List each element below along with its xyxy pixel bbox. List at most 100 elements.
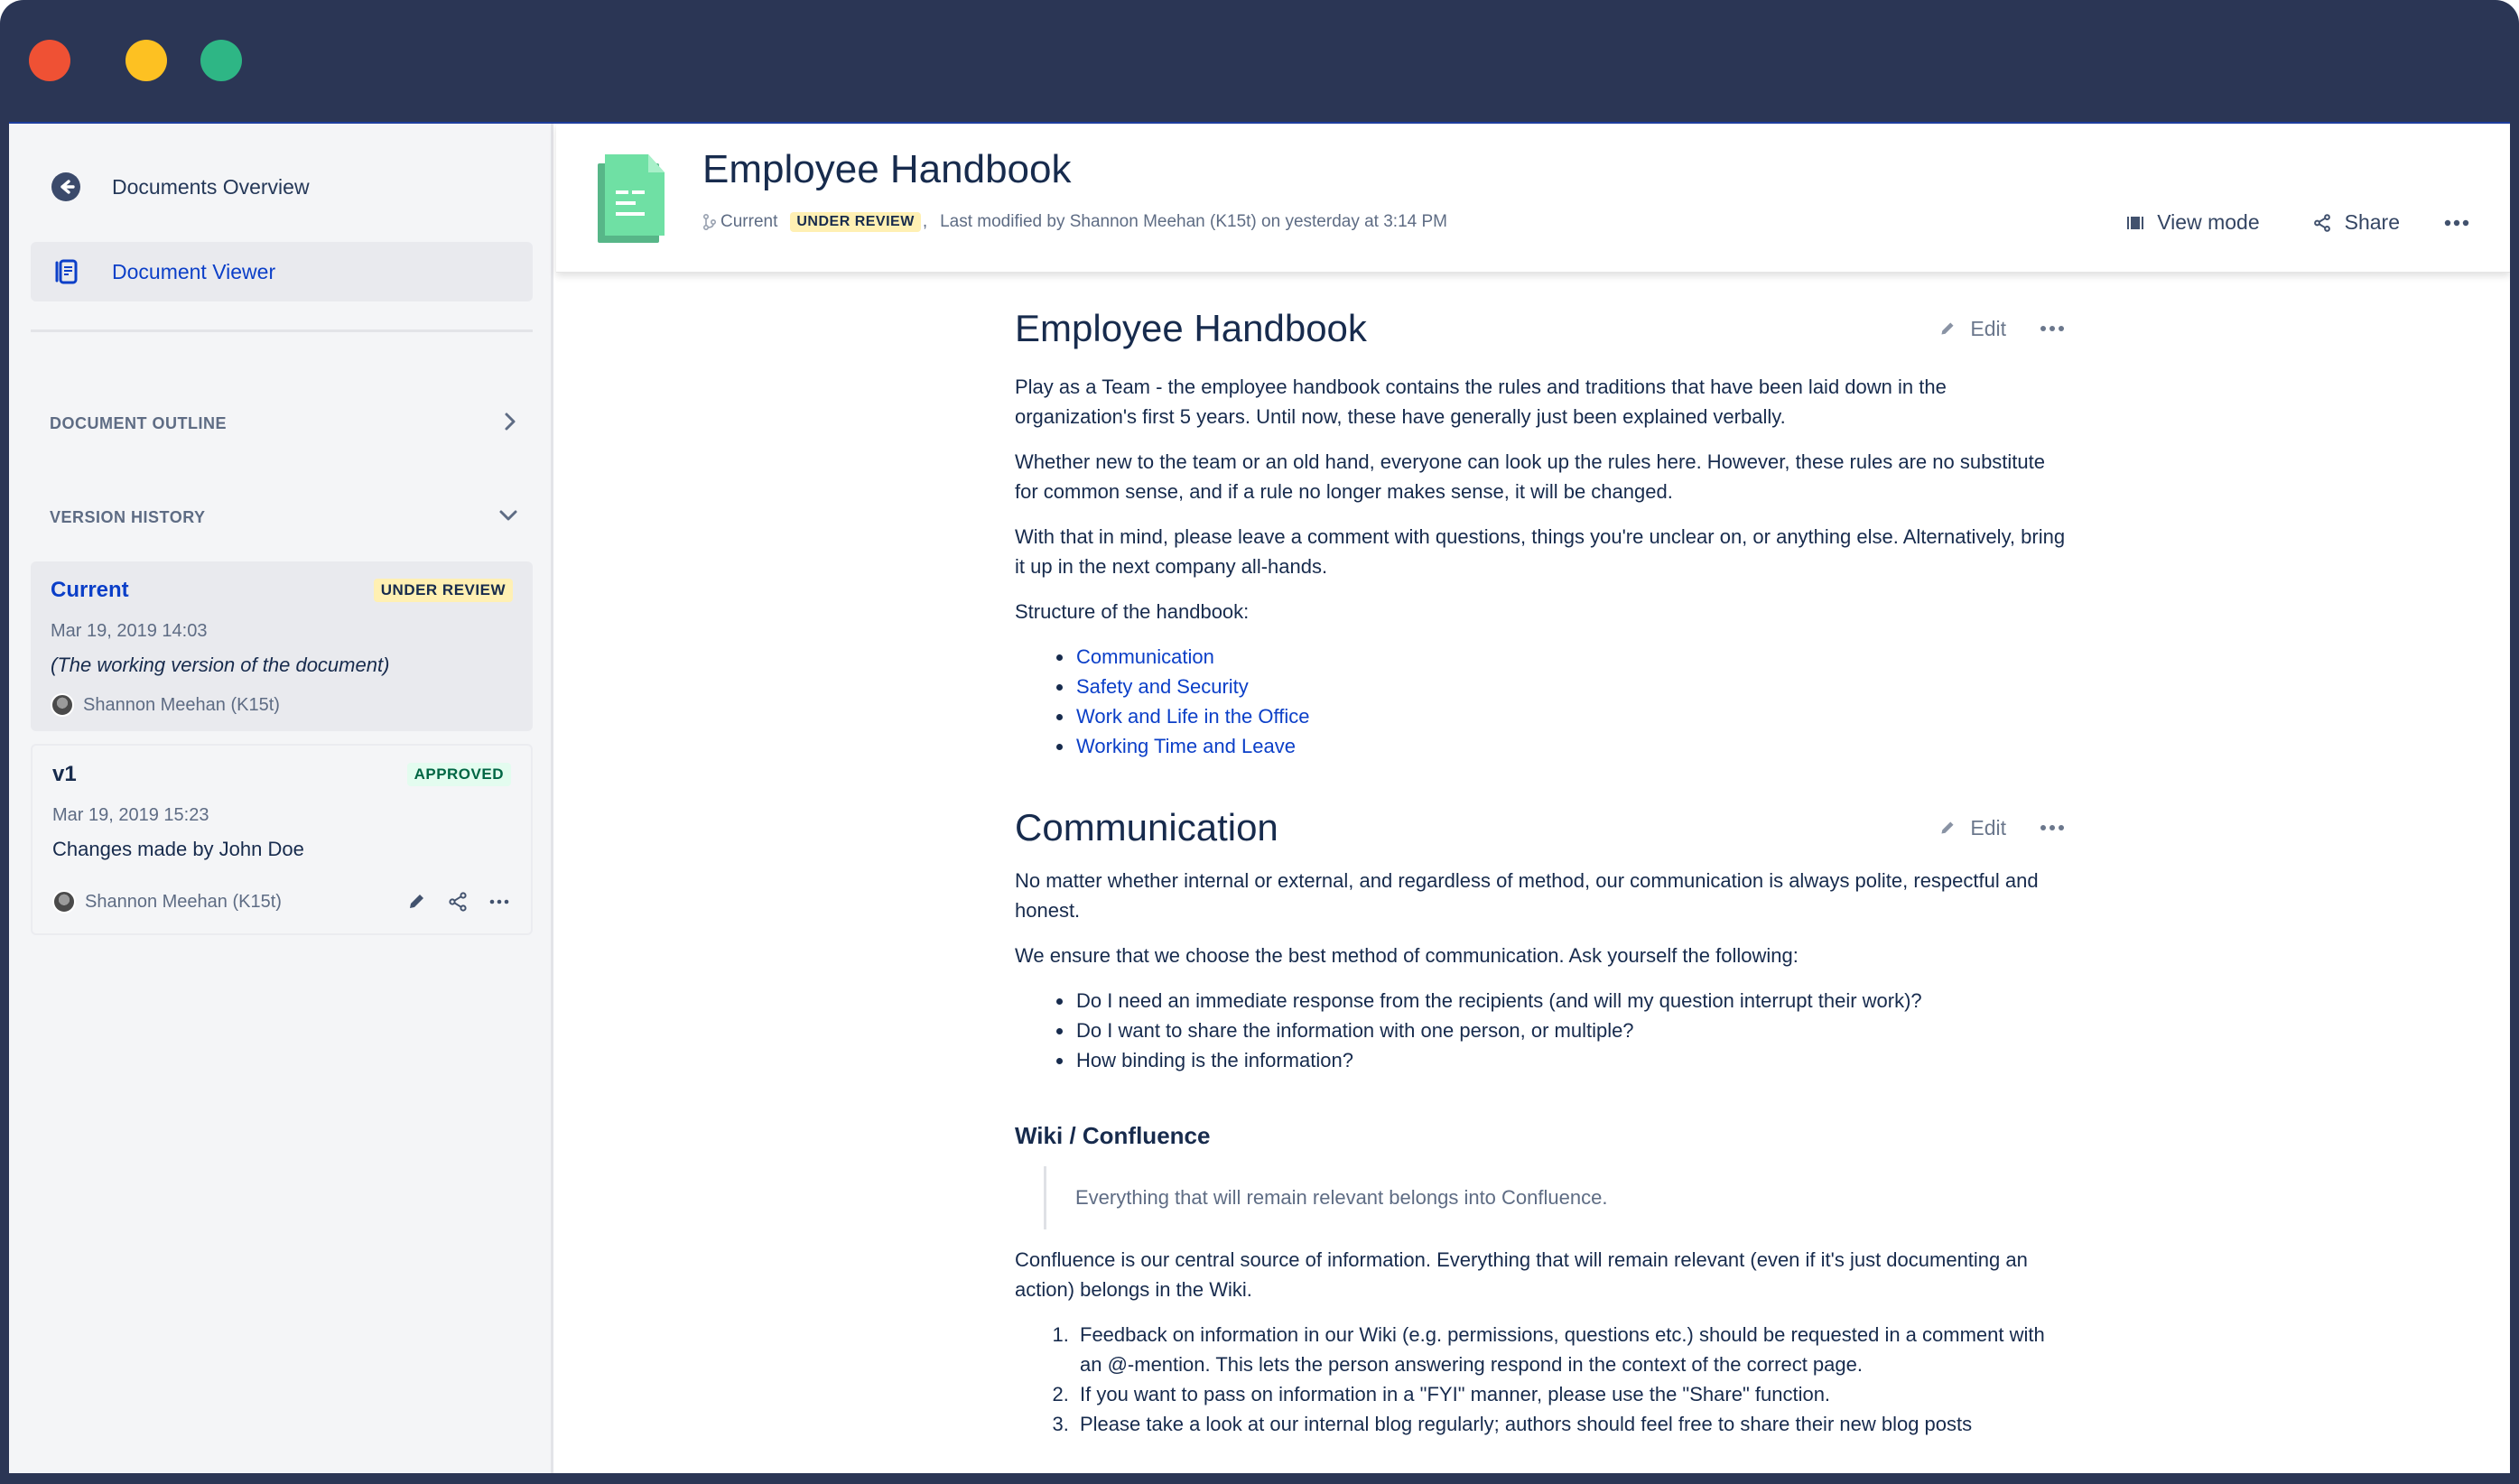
questions-list: Do I need an immediate response from the… xyxy=(1074,986,2071,1075)
more-actions-button[interactable] xyxy=(2443,218,2483,227)
version-branch[interactable]: Current xyxy=(702,212,777,232)
paragraph: Whether new to the team or an old hand, … xyxy=(1015,450,2046,503)
section-more-button[interactable] xyxy=(2039,823,2066,832)
list-item: Do I need an immediate response from the… xyxy=(1074,986,2071,1016)
link-communication[interactable]: Communication xyxy=(1076,645,1214,668)
version-actions xyxy=(404,890,511,914)
edit-label: Edit xyxy=(1970,316,2006,340)
section-header-intro: Employee Handbook Edit xyxy=(1015,307,2071,350)
version-card-v1[interactable]: v1 APPROVED Mar 19, 2019 15:23 Changes m… xyxy=(31,744,533,935)
subsection-heading: Wiki / Confluence xyxy=(1015,1122,1211,1149)
page-header: Employee Handbook Current UNDER REVIEW ,… xyxy=(556,124,2510,273)
nav-document-viewer[interactable]: Document Viewer xyxy=(31,242,533,301)
list-item: Please take a look at our internal blog … xyxy=(1074,1409,2071,1439)
branch-icon xyxy=(702,213,717,231)
edit-icon[interactable] xyxy=(404,890,428,914)
paragraph: We ensure that we choose the best method… xyxy=(1015,944,1799,967)
version-history-toggle[interactable]: VERSION HISTORY xyxy=(50,506,519,529)
status-badge: UNDER REVIEW xyxy=(373,579,513,602)
nav-label: Document Viewer xyxy=(112,259,276,283)
more-icon xyxy=(2040,825,2064,830)
document-icon xyxy=(598,154,670,245)
page-title: Employee Handbook xyxy=(702,147,1072,191)
share-icon xyxy=(2313,213,2330,232)
author-name: Shannon Meehan (K15t) xyxy=(83,694,280,715)
more-icon xyxy=(2040,326,2064,331)
section-actions: Edit xyxy=(1939,816,2066,840)
maximize-window-button[interactable] xyxy=(200,40,242,81)
avatar xyxy=(51,693,74,717)
status-badge: UNDER REVIEW xyxy=(790,212,921,232)
version-card-current[interactable]: Current UNDER REVIEW Mar 19, 2019 14:03 … xyxy=(31,561,533,731)
list-item: If you want to pass on information in a … xyxy=(1074,1379,2071,1409)
paragraph: Structure of the handbook: xyxy=(1015,600,1250,623)
status-badge: APPROVED xyxy=(406,763,511,786)
share-button[interactable]: Share xyxy=(2312,210,2400,235)
structure-list: Communication Safety and Security Work a… xyxy=(1074,642,2071,761)
last-modified-text: Last modified by Shannon Meehan (K15t) o… xyxy=(940,212,1447,231)
edit-label: Edit xyxy=(1970,815,2006,839)
app-content: Documents Overview Document Viewer DOCUM… xyxy=(9,122,2510,1473)
chevron-down-icon xyxy=(497,506,519,529)
version-description: Changes made by John Doe xyxy=(52,838,304,860)
edit-section-button[interactable]: Edit xyxy=(1939,816,2006,840)
paragraph: Confluence is our central source of info… xyxy=(1015,1248,2028,1301)
version-title: v1 xyxy=(52,762,77,786)
version-author: Shannon Meehan (K15t) xyxy=(52,890,282,914)
list-item: Do I want to share the information with … xyxy=(1074,1016,2071,1045)
more-icon[interactable] xyxy=(488,890,511,914)
minimize-window-button[interactable] xyxy=(125,40,167,81)
share-icon[interactable] xyxy=(446,890,469,914)
version-history-label: VERSION HISTORY xyxy=(50,508,206,526)
view-mode-label: View mode xyxy=(2157,210,2260,234)
share-label: Share xyxy=(2344,210,2400,234)
author-name: Shannon Meehan (K15t) xyxy=(85,891,282,912)
paragraph: Play as a Team - the employee handbook c… xyxy=(1015,376,1947,428)
avatar xyxy=(52,890,76,914)
arrow-left-circle-icon xyxy=(51,172,81,202)
list-item: How binding is the information? xyxy=(1074,1045,2071,1075)
section-header-communication: Communication Edit xyxy=(1015,806,2071,849)
link-working-time[interactable]: Working Time and Leave xyxy=(1076,735,1296,757)
version-description: (The working version of the document) xyxy=(51,654,390,676)
link-work-and-life[interactable]: Work and Life in the Office xyxy=(1076,705,1309,728)
version-date: Mar 19, 2019 14:03 xyxy=(51,621,208,641)
list-item: Working Time and Leave xyxy=(1074,731,2071,761)
quote: Everything that will remain relevant bel… xyxy=(1044,1166,2071,1229)
section-heading: Communication xyxy=(1015,806,1278,849)
app-window: Documents Overview Document Viewer DOCUM… xyxy=(0,0,2519,1484)
meta-separator: , xyxy=(922,212,928,231)
section-more-button[interactable] xyxy=(2039,324,2066,333)
paragraph: No matter whether internal or external, … xyxy=(1015,869,2039,922)
title-bar xyxy=(0,0,2519,122)
close-window-button[interactable] xyxy=(29,40,70,81)
document-content: Employee Handbook Edit Play as a Team - … xyxy=(1015,273,2071,1454)
link-safety-and-security[interactable]: Safety and Security xyxy=(1076,675,1249,698)
list-item: Feedback on information in our Wiki (e.g… xyxy=(1074,1320,2071,1379)
branch-label: Current xyxy=(720,212,778,231)
document-outline-toggle[interactable]: DOCUMENT OUTLINE xyxy=(50,411,519,437)
section-actions: Edit xyxy=(1939,317,2066,341)
view-mode-button[interactable]: View mode xyxy=(2126,210,2260,235)
list-item: Work and Life in the Office xyxy=(1074,701,2071,731)
more-icon xyxy=(2444,219,2469,226)
section-heading: Employee Handbook xyxy=(1015,307,1367,349)
rules-list: Feedback on information in our Wiki (e.g… xyxy=(1074,1320,2071,1439)
nav-documents-overview[interactable]: Documents Overview xyxy=(31,157,533,217)
document-viewer-icon xyxy=(51,256,81,287)
version-author: Shannon Meehan (K15t) xyxy=(51,693,280,717)
main-panel: Employee Handbook Current UNDER REVIEW ,… xyxy=(556,124,2510,1473)
list-item: Communication xyxy=(1074,642,2071,672)
header-actions: View mode Share xyxy=(2126,210,2510,235)
nav-label: Documents Overview xyxy=(112,174,310,199)
page-meta: Current UNDER REVIEW , Last modified by … xyxy=(702,212,1447,232)
view-mode-icon xyxy=(2127,216,2144,229)
sidebar-divider xyxy=(31,329,533,332)
document-outline-label: DOCUMENT OUTLINE xyxy=(50,414,227,432)
chevron-right-icon xyxy=(501,411,519,437)
paragraph: With that in mind, please leave a commen… xyxy=(1015,525,2066,578)
edit-icon xyxy=(1941,821,1954,834)
edit-icon xyxy=(1941,322,1954,335)
version-date: Mar 19, 2019 15:23 xyxy=(52,805,209,825)
edit-section-button[interactable]: Edit xyxy=(1939,317,2006,341)
